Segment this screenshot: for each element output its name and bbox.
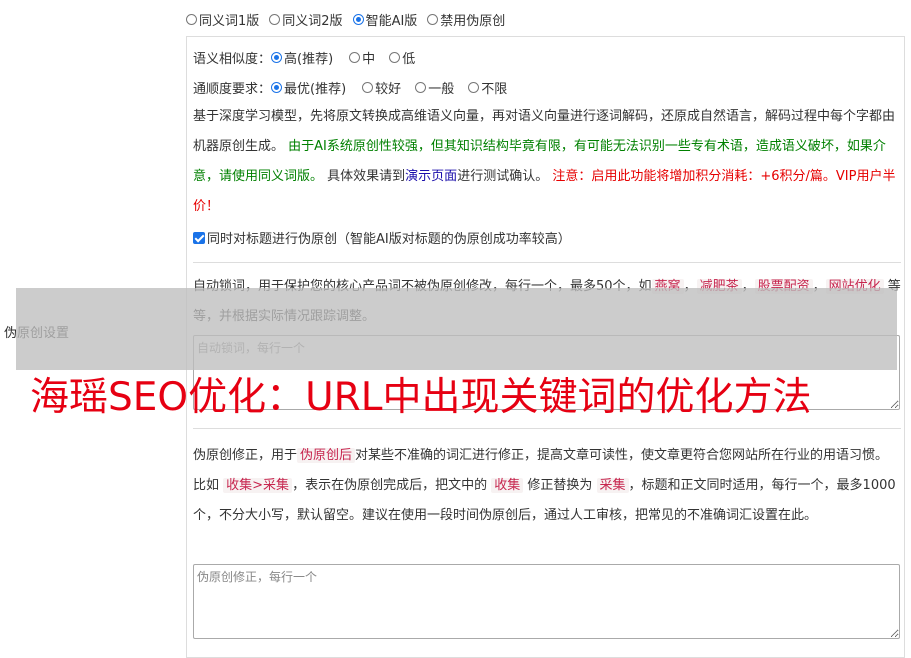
- radio-similarity-medium[interactable]: 中: [349, 48, 375, 67]
- article-title-banner: 海瑶SEO优化：URL中出现关键词的优化方法: [30, 375, 812, 420]
- divider: [193, 262, 901, 263]
- radio-disable[interactable]: 禁用伪原创: [427, 10, 505, 29]
- inline-code: 收集>采集: [223, 478, 293, 493]
- radio-synonym-v2[interactable]: 同义词2版: [269, 10, 343, 29]
- similarity-label: 语义相似度：: [193, 52, 272, 67]
- fluency-row: 通顺度要求： 最优(推荐) 较好 一般 不限: [193, 78, 517, 97]
- correction-textarea[interactable]: [193, 564, 900, 639]
- radio-fluency-best[interactable]: 最优(推荐): [271, 78, 346, 97]
- radio-synonym-v1[interactable]: 同义词1版: [186, 10, 259, 29]
- radio-fluency-any[interactable]: 不限: [468, 78, 507, 97]
- fluency-label: 通顺度要求：: [193, 82, 272, 97]
- radio-icon: [349, 52, 361, 63]
- title-rewrite-checkbox[interactable]: 同时对标题进行伪原创（智能AI版对标题的伪原创成功率较高）: [193, 228, 571, 247]
- inline-code: 采集: [596, 478, 629, 493]
- gray-overlay: [16, 288, 897, 370]
- similarity-row: 语义相似度： 高(推荐) 中 低: [193, 48, 425, 67]
- radio-icon: [468, 82, 480, 93]
- radio-checked-icon: [271, 82, 283, 93]
- radio-checked-icon: [271, 52, 283, 63]
- radio-icon: [389, 52, 401, 63]
- radio-icon: [269, 13, 281, 25]
- inline-code: 伪原创后: [297, 448, 356, 463]
- radio-similarity-high[interactable]: 高(推荐): [271, 48, 333, 67]
- correction-help: 伪原创修正，用于 伪原创后 对某些不准确的词汇进行修正，提高文章可读性，使文章更符合…: [193, 448, 896, 523]
- radio-fluency-good[interactable]: 较好: [362, 78, 401, 97]
- radio-similarity-low[interactable]: 低: [389, 48, 415, 67]
- radio-checked-icon: [352, 13, 364, 25]
- ai-description: 基于深度学习模型，先将原文转换成高维语义向量，再对语义向量进行逐词解码，还原成自…: [193, 109, 896, 214]
- mode-radio-group: 同义词1版 同义词2版 智能AI版 禁用伪原创: [186, 10, 515, 29]
- radio-icon: [362, 82, 374, 93]
- demo-page-link[interactable]: 演示页面: [405, 169, 457, 184]
- radio-fluency-normal[interactable]: 一般: [415, 78, 454, 97]
- radio-icon: [186, 13, 197, 25]
- inline-code: 收集: [491, 478, 524, 493]
- radio-ai[interactable]: 智能AI版: [352, 10, 417, 29]
- divider: [193, 428, 901, 429]
- radio-icon: [427, 13, 439, 25]
- radio-icon: [415, 82, 427, 93]
- checkbox-checked-icon: [193, 231, 205, 244]
